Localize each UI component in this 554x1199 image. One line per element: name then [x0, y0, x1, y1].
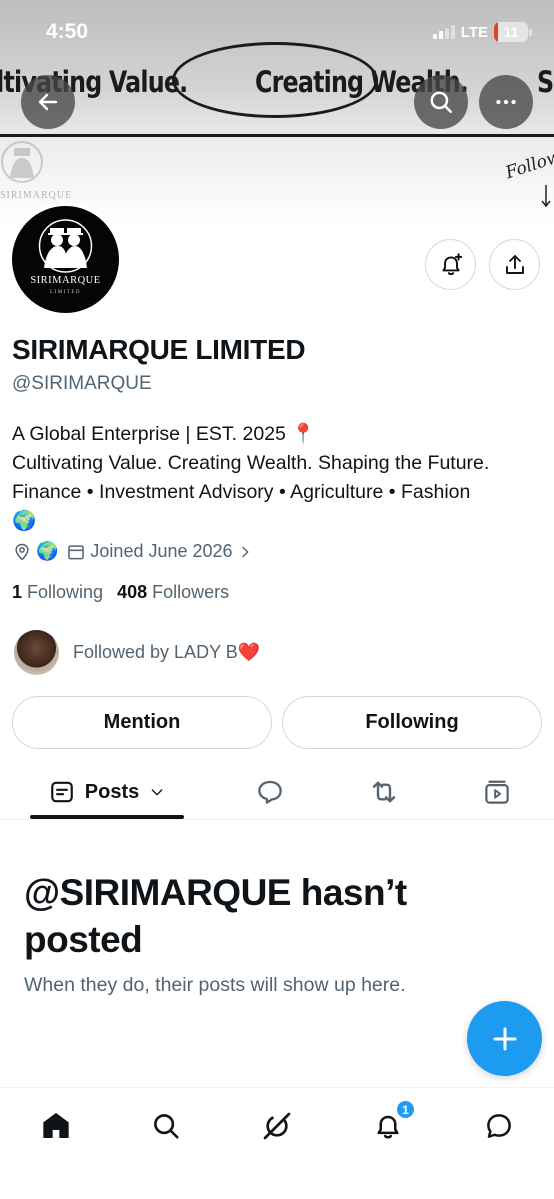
mention-button[interactable]: Mention	[12, 696, 272, 749]
repost-icon	[372, 781, 396, 803]
nav-explore[interactable]	[146, 1106, 186, 1146]
bio-line: 🌍	[12, 510, 37, 532]
nav-messages[interactable]	[479, 1106, 519, 1146]
profile-avatar[interactable]: SIRIMARQUE LIMITED	[8, 202, 123, 317]
search-button[interactable]	[414, 75, 468, 129]
active-tab-indicator	[30, 815, 184, 819]
search-icon	[154, 1114, 179, 1139]
compose-button[interactable]	[467, 1001, 542, 1076]
more-button[interactable]	[479, 75, 533, 129]
back-button[interactable]	[21, 75, 75, 129]
signal-icon	[432, 25, 455, 39]
chevron-down-icon	[151, 789, 163, 796]
empty-state-title: @SIRIMARQUE hasn’t posted	[24, 872, 407, 960]
display-name: SIRIMARQUE LIMITED	[12, 334, 306, 365]
notifications-toggle-button[interactable]	[425, 239, 476, 290]
followers-stat[interactable]: 408 Followers	[117, 582, 229, 603]
network-label: LTE	[460, 23, 488, 41]
empty-state-subtitle: When they do, their posts will show up h…	[24, 974, 406, 996]
profile-bio: A Global Enterprise | EST. 2025 📍 Cultiv…	[12, 420, 542, 536]
banner-phrase-3: Shaping the Futu	[536, 65, 554, 99]
tab-videos[interactable]	[472, 765, 522, 819]
avatar-brand-text: SIRIMARQUE	[30, 275, 101, 286]
tab-posts[interactable]: Posts	[30, 765, 184, 819]
following-stat[interactable]: 1 Following	[12, 582, 103, 603]
notification-badge: 1	[395, 1099, 416, 1120]
bell-plus-icon	[441, 252, 462, 275]
followers-count: 408	[117, 582, 148, 602]
following-label: Following	[27, 582, 104, 602]
posts-icon	[50, 781, 73, 803]
tab-reposts[interactable]	[359, 765, 409, 819]
bio-line: Finance • Investment Advisory • Agricult…	[12, 481, 471, 503]
followers-label: Followers	[152, 582, 230, 602]
arrow-left-icon	[38, 93, 58, 111]
avatar-logo: SIRIMARQUE LIMITED	[12, 206, 119, 313]
followed-by-text: Followed by LADY B❤️	[73, 642, 261, 662]
message-icon	[487, 1114, 511, 1138]
location: 🌍	[12, 541, 58, 562]
battery-level: 11	[503, 24, 519, 40]
reply-bubble-icon	[258, 780, 282, 804]
search-icon	[430, 91, 452, 113]
bio-line: Cultivating Value. Creating Wealth. Shap…	[12, 452, 490, 474]
banner-divider	[0, 134, 554, 137]
banner-arrow-down-icon	[541, 185, 551, 208]
banner-watermark-text: SIRIMARQUE	[0, 190, 73, 201]
more-icon	[496, 99, 516, 105]
following-count: 1	[12, 582, 23, 602]
profile-meta: 🌍 Joined June 2026	[12, 541, 253, 562]
follow-stats: 1 Following 408 Followers	[12, 582, 229, 603]
avatar-emblem	[38, 219, 93, 273]
nav-home[interactable]	[36, 1106, 76, 1146]
share-icon	[505, 254, 524, 274]
grok-icon	[263, 1112, 291, 1140]
following-button[interactable]: Following	[282, 696, 542, 749]
video-icon	[485, 780, 509, 804]
followed-by[interactable]: Followed by LADY B❤️	[14, 630, 260, 675]
home-icon	[43, 1113, 69, 1138]
bio-line: A Global Enterprise | EST. 2025 📍	[12, 423, 316, 445]
plus-icon	[493, 1027, 516, 1050]
profile-tabs: Posts	[0, 765, 554, 820]
profile-handle: @SIRIMARQUE	[12, 373, 152, 394]
status-indicators: LTE 11	[432, 22, 532, 42]
joined-date[interactable]: Joined June 2026	[66, 541, 252, 562]
chevron-right-icon	[241, 546, 249, 557]
battery-icon: 11	[494, 22, 528, 42]
avatar-sub-text: LIMITED	[49, 290, 82, 295]
share-button[interactable]	[489, 239, 540, 290]
battery-tip	[529, 28, 532, 36]
tab-posts-label: Posts	[84, 780, 140, 803]
location-pin-icon	[15, 543, 29, 561]
banner-follow-script: Follow	[503, 146, 554, 184]
joined-text: Joined June 2026	[90, 541, 233, 561]
calendar-icon	[68, 544, 85, 559]
banner-slogan: ultivating Value. Creating Wealth. Shapi…	[0, 52, 554, 112]
location-text: 🌍	[36, 541, 59, 561]
tab-replies[interactable]	[245, 765, 295, 819]
nav-grok[interactable]	[257, 1106, 297, 1146]
follower-avatar	[14, 630, 59, 675]
status-time: 4:50	[46, 20, 89, 43]
bottom-navigation	[0, 1087, 554, 1199]
